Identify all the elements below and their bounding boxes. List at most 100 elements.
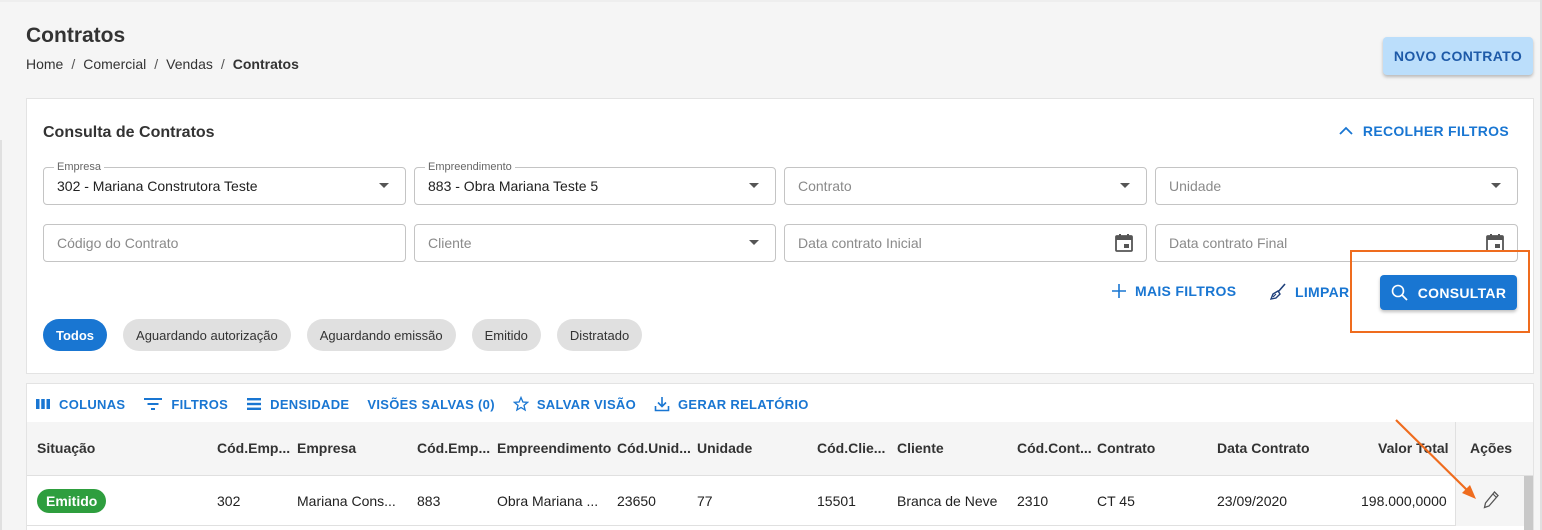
edit-pencil-icon[interactable] [1482, 490, 1500, 510]
chevron-up-icon [1339, 126, 1353, 135]
actions-cell [1455, 476, 1533, 526]
plus-icon [1112, 284, 1126, 298]
cell-unidade: 77 [697, 493, 713, 509]
dropdown-arrow-icon [749, 240, 759, 245]
header-cod-unidade[interactable]: Cód.Unid... [617, 440, 691, 456]
header-unidade[interactable]: Unidade [697, 440, 752, 456]
cell-valor-total: 198.000,0000 [1361, 493, 1447, 509]
new-contract-button[interactable]: NOVO CONTRATO [1383, 37, 1533, 75]
header-cod-cliente[interactable]: Cód.Clie... [817, 440, 885, 456]
status-chips: Todos Aguardando autorização Aguardando … [43, 319, 643, 351]
codigo-contrato-placeholder: Código do Contrato [57, 235, 179, 251]
more-filters-button[interactable]: MAIS FILTROS [1111, 283, 1236, 299]
header-cliente[interactable]: Cliente [897, 440, 944, 456]
collapse-filters-label: RECOLHER FILTROS [1362, 123, 1509, 139]
header-data-contrato[interactable]: Data Contrato [1217, 440, 1310, 456]
left-border [0, 140, 2, 530]
dropdown-arrow-icon [749, 183, 759, 188]
cell-empreendimento: Obra Mariana ... [497, 493, 599, 509]
save-view-button[interactable]: SALVAR VISÃO [512, 396, 637, 412]
filters-label: FILTROS [171, 396, 229, 412]
unidade-select[interactable]: Unidade [1155, 167, 1518, 205]
header-empresa[interactable]: Empresa [297, 440, 356, 456]
breadcrumb: Home / Comercial / Vendas / Contratos [26, 56, 299, 72]
empresa-select[interactable]: Empresa 302 - Mariana Construtora Teste [43, 161, 406, 205]
header-actions-cell: Ações [1455, 422, 1533, 476]
collapse-filters-button[interactable]: RECOLHER FILTROS [1339, 123, 1509, 139]
saved-views-label: VISÕES SALVAS (0) [367, 396, 495, 412]
unidade-placeholder: Unidade [1169, 178, 1222, 194]
empresa-value: 302 - Mariana Construtora Teste [57, 178, 258, 194]
save-view-label: SALVAR VISÃO [536, 396, 637, 412]
more-filters-label: MAIS FILTROS [1135, 283, 1237, 299]
filters-panel: Consulta de Contratos RECOLHER FILTROS E… [26, 98, 1534, 374]
filters-title: Consulta de Contratos [43, 124, 215, 141]
dropdown-arrow-icon [379, 183, 389, 188]
star-icon [512, 396, 529, 412]
density-label: DENSIDADE [270, 396, 350, 412]
chip-distratado[interactable]: Distratado [556, 319, 643, 351]
empreendimento-label: Empreendimento [425, 161, 515, 173]
header-cod-empreendimento[interactable]: Cód.Emp... [417, 440, 490, 456]
highlight-box [1350, 250, 1530, 333]
cell-cod-empreendimento: 883 [417, 493, 441, 509]
broom-icon [1270, 283, 1286, 300]
data-inicial-placeholder: Data contrato Inicial [798, 235, 922, 251]
grid-toolbar: COLUNAS FILTROS DENSIDADE VISÕES SALVAS … [35, 396, 809, 412]
report-label: GERAR RELATÓRIO [678, 396, 809, 412]
vertical-scrollbar[interactable] [1524, 476, 1533, 530]
filters-button[interactable]: FILTROS [143, 397, 228, 412]
header-valor-total[interactable]: Valor Total [1378, 440, 1449, 456]
density-icon [247, 398, 262, 410]
cell-cod-cliente: 15501 [817, 493, 856, 509]
contracts-grid: COLUNAS FILTROS DENSIDADE VISÕES SALVAS … [26, 383, 1534, 530]
header-cod-empresa[interactable]: Cód.Emp... [217, 440, 290, 456]
columns-icon [36, 399, 50, 409]
header-situacao[interactable]: Situação [37, 440, 95, 456]
top-border [0, 0, 1542, 2]
header-contrato[interactable]: Contrato [1097, 440, 1155, 456]
header-acoes: Ações [1470, 440, 1513, 456]
status-badge: Emitido [37, 489, 107, 513]
cell-data-contrato: 23/09/2020 [1217, 493, 1288, 509]
cliente-select[interactable]: Cliente [414, 224, 776, 262]
breadcrumb-contratos: Contratos [232, 56, 299, 72]
empreendimento-select[interactable]: Empreendimento 883 - Obra Mariana Teste … [414, 161, 776, 205]
empresa-label: Empresa [54, 161, 105, 173]
cell-cliente: Branca de Neve [897, 493, 998, 509]
contrato-select[interactable]: Contrato [784, 167, 1147, 205]
chip-todos[interactable]: Todos [43, 319, 108, 351]
dropdown-arrow-icon [1491, 183, 1501, 188]
data-inicial-input[interactable]: Data contrato Inicial [784, 224, 1147, 262]
chip-aguardando-emissao[interactable]: Aguardando emissão [306, 319, 456, 351]
cell-empresa: Mariana Cons... [297, 493, 396, 509]
calendar-icon[interactable] [1114, 233, 1134, 253]
columns-label: COLUNAS [59, 396, 126, 412]
codigo-contrato-input[interactable]: Código do Contrato [43, 224, 406, 262]
density-button[interactable]: DENSIDADE [246, 397, 349, 412]
header-empreendimento[interactable]: Empreendimento [497, 440, 611, 456]
download-icon [654, 397, 670, 412]
cell-contrato: CT 45 [1097, 493, 1135, 509]
cliente-placeholder: Cliente [428, 235, 472, 251]
cell-cod-contrato: 2310 [1017, 493, 1049, 509]
cell-cod-unidade: 23650 [617, 493, 656, 509]
chip-emitido[interactable]: Emitido [471, 319, 541, 351]
header-cod-contrato[interactable]: Cód.Cont... [1017, 440, 1092, 456]
empreendimento-value: 883 - Obra Mariana Teste 5 [428, 178, 599, 194]
clear-label: LIMPAR [1295, 283, 1350, 300]
report-button[interactable]: GERAR RELATÓRIO [654, 396, 809, 412]
cell-cod-empresa: 302 [217, 493, 241, 509]
filter-icon [144, 398, 163, 410]
breadcrumb-comercial[interactable]: Comercial [83, 56, 146, 72]
clear-button[interactable]: LIMPAR [1270, 283, 1349, 300]
table-row[interactable]: Emitido 302 Mariana Cons... 883 Obra Mar… [27, 476, 1533, 526]
breadcrumb-home[interactable]: Home [26, 56, 63, 72]
dropdown-arrow-icon [1120, 183, 1130, 188]
data-final-placeholder: Data contrato Final [1169, 235, 1288, 251]
page-title: Contratos [26, 24, 126, 47]
chip-aguardando-autorizacao[interactable]: Aguardando autorização [123, 319, 291, 351]
saved-views-button[interactable]: VISÕES SALVAS (0) [367, 397, 494, 412]
breadcrumb-vendas[interactable]: Vendas [166, 56, 213, 72]
columns-button[interactable]: COLUNAS [35, 397, 125, 412]
